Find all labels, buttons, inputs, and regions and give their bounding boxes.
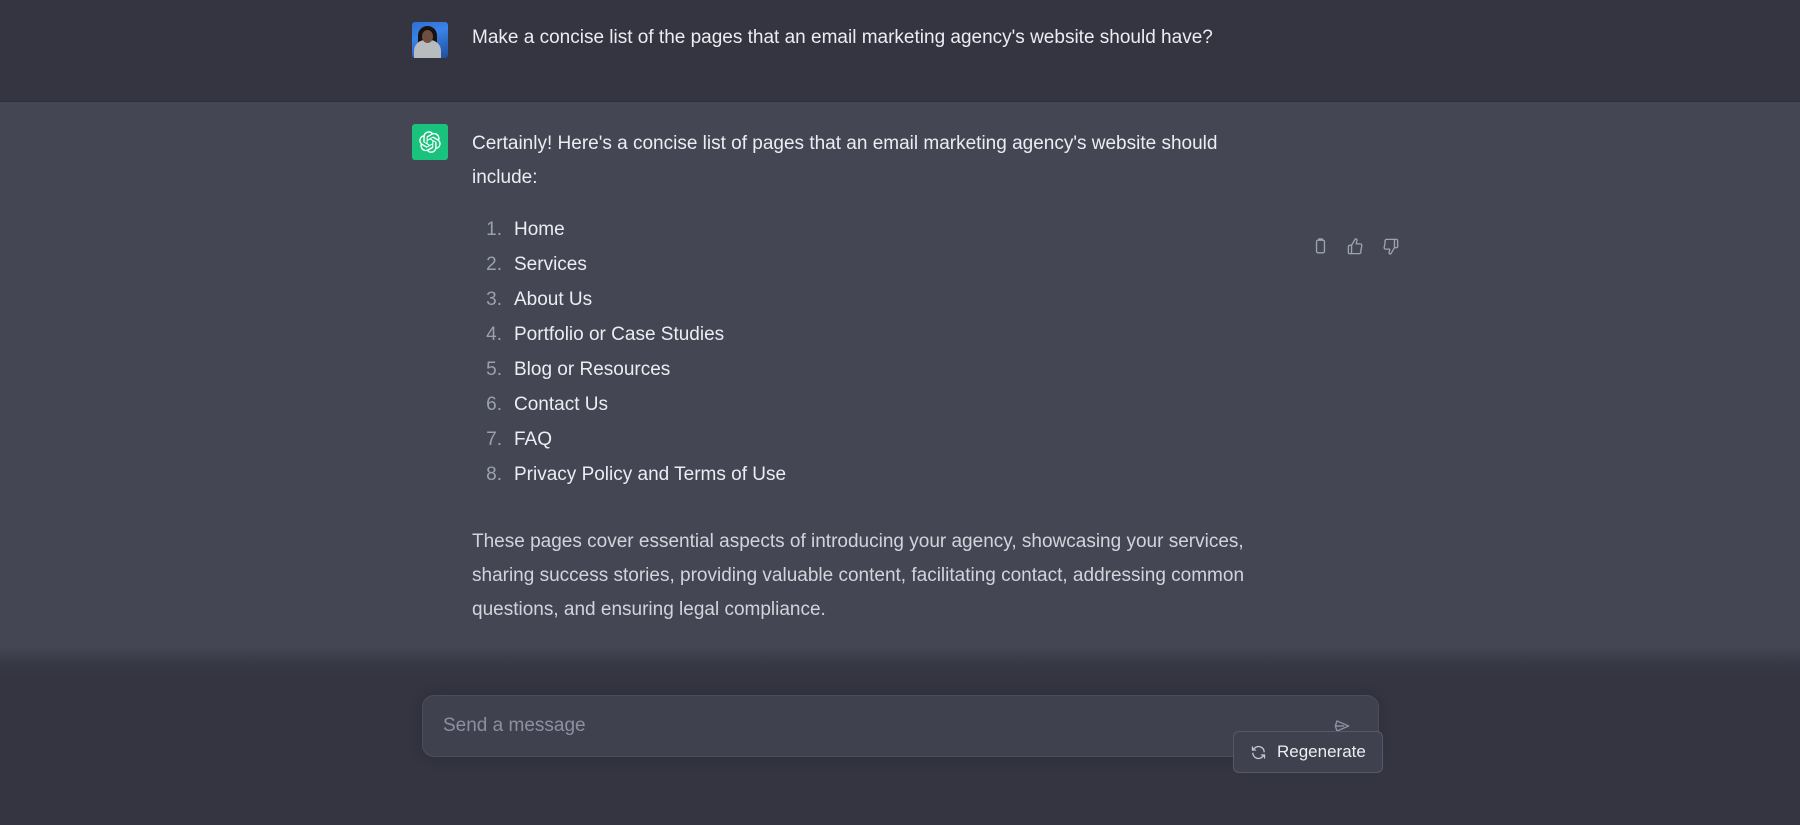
list-item: 2. Services — [472, 254, 1400, 289]
assistant-message: Certainly! Here's a concise list of page… — [472, 124, 1400, 680]
list-item: 4. Portfolio or Case Studies — [472, 324, 1400, 359]
avatar-face — [422, 30, 433, 43]
list-item-number: 7. — [486, 429, 502, 450]
user-turn: Make a concise list of the pages that an… — [0, 0, 1800, 101]
message-input[interactable] — [443, 715, 1326, 737]
list-item-number: 4. — [486, 324, 502, 345]
conversation: Make a concise list of the pages that an… — [0, 0, 1800, 773]
list-item-label: About Us — [514, 289, 593, 310]
user-avatar — [412, 22, 448, 58]
list-item-number: 6. — [486, 394, 502, 415]
list-item: 5. Blog or Resources — [472, 359, 1400, 394]
list-item: 6. Contact Us — [472, 394, 1400, 429]
list-item-number: 3. — [486, 289, 502, 310]
user-message-text: Make a concise list of the pages that an… — [472, 27, 1213, 48]
refresh-icon — [1251, 745, 1266, 759]
thumbs-down-icon — [1383, 238, 1398, 255]
list-item-number: 2. — [486, 254, 502, 275]
thumbs-down-button[interactable] — [1379, 235, 1401, 257]
regenerate-button[interactable]: Regenerate — [1233, 731, 1383, 773]
copy-icon — [1315, 237, 1325, 254]
assistant-turn: Certainly! Here's a concise list of page… — [0, 101, 1800, 773]
copy-button[interactable] — [1309, 235, 1331, 257]
regenerate-label: Regenerate — [1277, 742, 1366, 761]
page-list: 1. Home 2. Services 3. About Us 4. Portf… — [472, 219, 1400, 499]
list-item-label: FAQ — [514, 429, 553, 450]
list-item-number: 5. — [486, 359, 502, 380]
list-item: 8. Privacy Policy and Terms of Use — [472, 464, 1400, 499]
user-message: Make a concise list of the pages that an… — [472, 22, 1400, 101]
assistant-avatar — [412, 124, 448, 160]
list-item: 1. Home — [472, 219, 1400, 254]
thumbs-up-button[interactable] — [1344, 235, 1366, 257]
list-item: 3. About Us — [472, 289, 1400, 324]
assistant-intro-text: Certainly! Here's a concise list of page… — [472, 133, 1218, 188]
list-item-number: 8. — [486, 464, 502, 485]
list-item-label: Contact Us — [514, 394, 608, 415]
message-actions — [1309, 235, 1401, 257]
list-item: 7. FAQ — [472, 429, 1400, 464]
openai-logo-icon — [419, 131, 441, 153]
list-item-label: Privacy Policy and Terms of Use — [514, 464, 787, 485]
assistant-closing-text: These pages cover essential aspects of i… — [472, 531, 1245, 620]
list-item-label: Home — [514, 219, 565, 240]
list-item-label: Services — [514, 254, 587, 275]
composer-area: ChatGPT may produce inaccurate informati… — [0, 646, 1800, 825]
list-item-label: Blog or Resources — [514, 359, 671, 380]
list-item-label: Portfolio or Case Studies — [514, 324, 725, 345]
thumbs-up-icon — [1347, 237, 1362, 254]
list-item-number: 1. — [486, 219, 502, 240]
